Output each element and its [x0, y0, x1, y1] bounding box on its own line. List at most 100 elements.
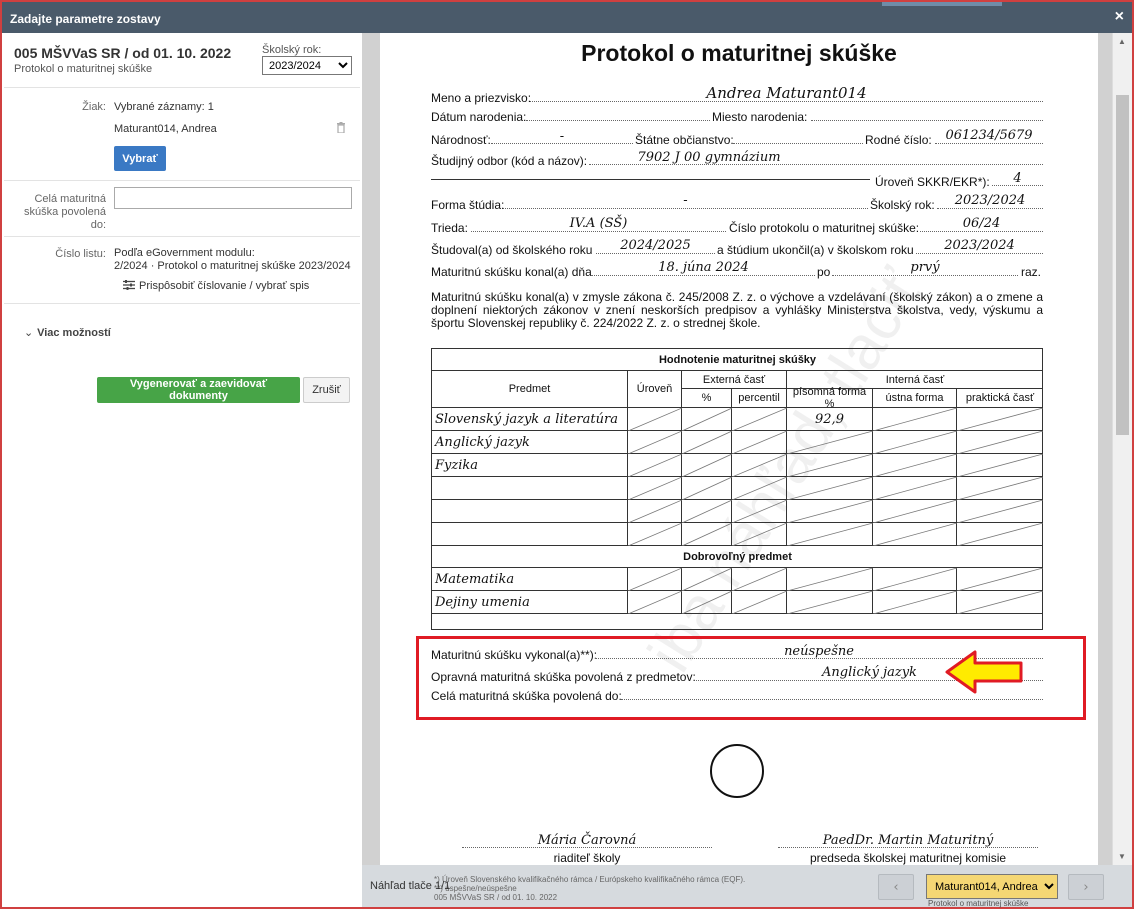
full-exam-allowed-label: Celá maturitná skúška povolená do: — [8, 193, 106, 232]
footnote: **) úspešne/neúspešne — [434, 884, 517, 893]
footnote: 005 MŠVVaS SR / od 01. 10. 2022 — [434, 893, 558, 902]
field-times-label: raz. — [1021, 265, 1042, 279]
strike-diagonal — [873, 454, 957, 477]
col-external: Externá časť — [682, 371, 787, 389]
dotted-line — [733, 132, 863, 144]
prev-record-button[interactable]: ‹ — [878, 874, 914, 900]
dialog-titlebar: Zadajte parametre zostavy × — [0, 0, 1134, 33]
table-cell-subject — [432, 477, 628, 500]
rule-line — [431, 179, 870, 180]
field-exam-date-label: Maturitnú skúšku konal(a) dňa — [431, 265, 592, 279]
table-cell-subject: Dejiny umenia — [432, 591, 628, 614]
table-title: Hodnotenie maturitnej skúšky — [432, 349, 1043, 371]
strike-diagonal — [787, 591, 873, 614]
strike-diagonal — [787, 523, 873, 546]
level-value: 4 — [1013, 171, 1022, 186]
table-cell: 92,9 — [787, 408, 873, 431]
preview-page-label: Náhľad tlače 1/1 — [370, 880, 451, 892]
strike-diagonal — [682, 500, 732, 523]
student-label: Žiak: — [82, 101, 106, 113]
divider — [4, 303, 360, 304]
trash-icon[interactable] — [336, 122, 346, 133]
field-year-label: Školský rok: — [870, 198, 935, 212]
sliders-icon — [123, 280, 135, 290]
strike-diagonal — [628, 523, 682, 546]
strike-diagonal — [732, 454, 787, 477]
strike-diagonal — [873, 431, 957, 454]
strike-diagonal — [787, 477, 873, 500]
strike-diagonal — [732, 477, 787, 500]
field-class-label: Trieda: — [431, 221, 468, 235]
field-citizenship-label: Štátne občianstvo: — [635, 133, 734, 147]
selected-count: Vybrané záznamy: 1 — [114, 101, 214, 113]
strike-diagonal — [682, 431, 732, 454]
col-subject: Predmet — [432, 371, 628, 408]
strike-diagonal — [732, 591, 787, 614]
strike-diagonal — [682, 408, 732, 431]
parameters-panel: 005 MŠVVaS SR / od 01. 10. 2022 Protokol… — [2, 33, 362, 907]
field-studied-label: Študoval(a) od školského roku — [431, 243, 593, 257]
sheet-line: Podľa eGovernment modulu: — [114, 247, 255, 259]
scrollbar-thumb[interactable] — [1116, 95, 1129, 435]
sheet-number-label: Číslo listu: — [55, 248, 106, 260]
strike-diagonal — [732, 431, 787, 454]
col-level: Úroveň — [628, 371, 682, 408]
strike-diagonal — [682, 454, 732, 477]
next-record-button[interactable]: › — [1068, 874, 1104, 900]
close-icon[interactable]: × — [1115, 8, 1124, 26]
select-student-button[interactable]: Vybrať — [114, 146, 166, 171]
strike-diagonal — [628, 454, 682, 477]
strike-diagonal — [873, 477, 957, 500]
birthnumber-value: 061234/5679 — [945, 128, 1033, 143]
customize-numbering-link[interactable]: Prispôsobiť číslovanie / vybrať spis — [123, 280, 309, 292]
dialog-title: Zadajte parametre zostavy — [10, 12, 161, 26]
strike-diagonal — [787, 500, 873, 523]
strike-diagonal — [682, 591, 732, 614]
scroll-up-icon[interactable]: ▲ — [1118, 37, 1126, 46]
strike-diagonal — [732, 568, 787, 591]
vertical-scrollbar[interactable]: ▲ ▼ — [1112, 33, 1132, 865]
table-cell-subject: Anglický jazyk — [432, 431, 628, 454]
selected-student: Maturant014, Andrea — [114, 123, 217, 135]
full-exam-allowed-input[interactable] — [114, 187, 352, 209]
strike-diagonal — [873, 523, 957, 546]
strike-diagonal — [628, 431, 682, 454]
strike-diagonal — [957, 500, 1043, 523]
report-subtitle: Protokol o maturitnej skúške — [14, 63, 153, 75]
label-line: Celá maturitná — [34, 193, 106, 205]
chair-role: predseda školskej maturitnej komisie — [809, 851, 1007, 865]
field-finished-label: a štúdium ukončil(a) v školskom roku — [717, 243, 914, 257]
dotted-line — [462, 836, 712, 848]
more-options-toggle[interactable]: ⌄ Viac možností — [24, 326, 111, 339]
strike-diagonal — [873, 500, 957, 523]
strike-diagonal — [628, 408, 682, 431]
strike-diagonal — [682, 477, 732, 500]
school-year-select[interactable]: 2023/2024 — [262, 56, 352, 75]
strike-diagonal — [873, 591, 957, 614]
sheet-number-value: Podľa eGovernment modulu: 2/2024 · Proto… — [114, 247, 351, 273]
generate-documents-button[interactable]: Vygenerovať a zaevidovať dokumenty — [97, 377, 300, 403]
table-cell-subject — [432, 500, 628, 523]
scroll-down-icon[interactable]: ▼ — [1118, 852, 1126, 861]
divider — [4, 236, 360, 237]
strike-diagonal — [787, 431, 873, 454]
customize-numbering-text: Prispôsobiť číslovanie / vybrať spis — [139, 280, 310, 292]
grades-table: Hodnotenie maturitnej skúšky Predmet Úro… — [431, 348, 1043, 630]
col-practical: praktická časť — [957, 389, 1043, 408]
dotted-line — [778, 836, 1038, 848]
strike-diagonal — [873, 408, 957, 431]
strike-diagonal — [957, 431, 1043, 454]
record-select[interactable]: Maturant014, Andrea — [926, 874, 1058, 899]
strike-diagonal — [732, 408, 787, 431]
attempt-value: prvý — [910, 260, 940, 275]
chevron-down-icon: ⌄ — [24, 327, 34, 339]
document-footnotes: *) Úroveň Slovenského kvalifikačného rám… — [434, 875, 745, 902]
strike-diagonal — [628, 477, 682, 500]
preview-toolbar: *) Úroveň Slovenského kvalifikačného rám… — [362, 865, 1132, 908]
field-birthdate-label: Dátum narodenia: — [431, 110, 527, 124]
exam-date-value: 18. júna 2024 — [658, 260, 749, 275]
strike-diagonal — [957, 454, 1043, 477]
strike-diagonal — [628, 500, 682, 523]
print-preview[interactable]: iba náhľad, tlačiť Protokol o maturitnej… — [362, 33, 1112, 865]
cancel-button[interactable]: Zrušiť — [303, 377, 350, 403]
